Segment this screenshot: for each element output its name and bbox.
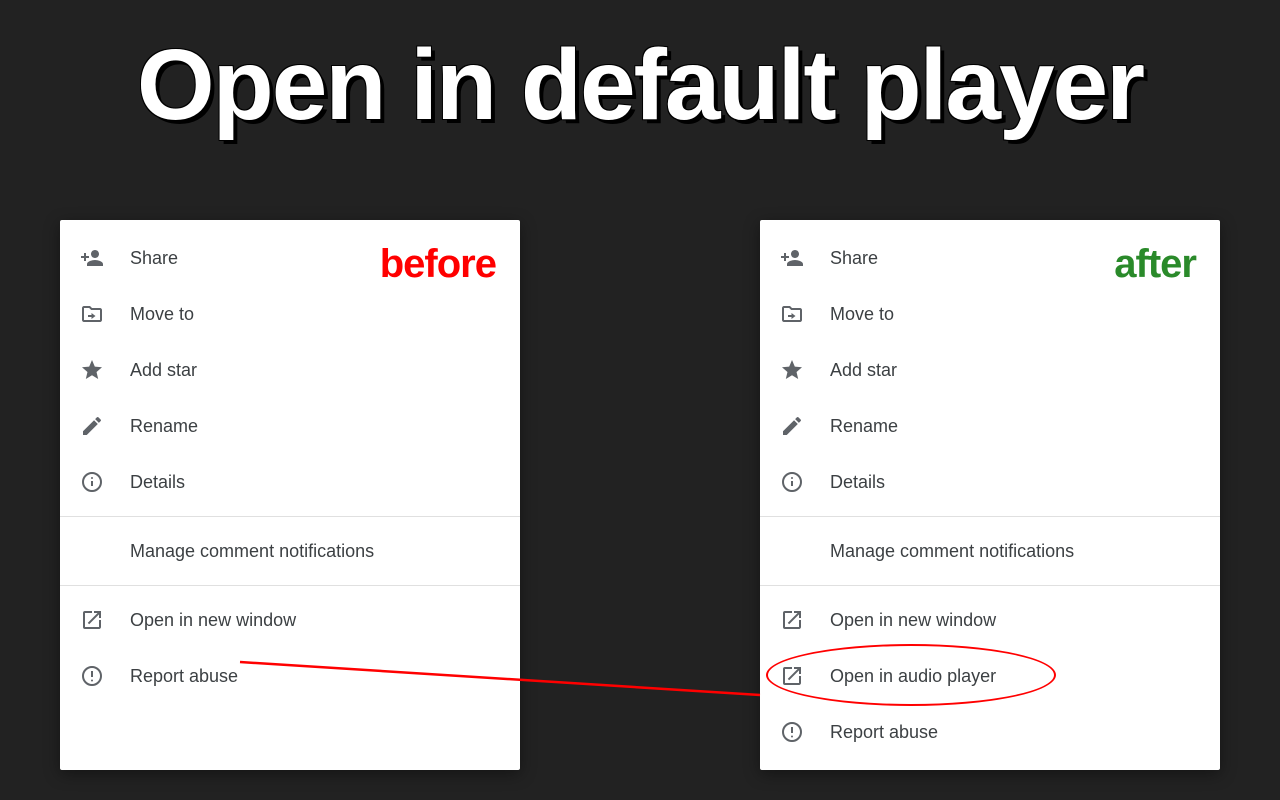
open-new-window-icon — [778, 662, 806, 690]
menu-item-move-to[interactable]: Move to — [760, 286, 1220, 342]
star-icon — [78, 356, 106, 384]
page-title: Open in default player — [0, 0, 1280, 143]
menu-item-add-star[interactable]: Add star — [60, 342, 520, 398]
info-icon — [78, 468, 106, 496]
context-menu-after: after Share Move to Add star Rename — [760, 220, 1220, 770]
menu-item-label: Share — [830, 248, 878, 269]
menu-item-details[interactable]: Details — [60, 454, 520, 510]
menu-item-label: Add star — [830, 360, 897, 381]
menu-divider — [760, 585, 1220, 586]
menu-item-label: Details — [130, 472, 185, 493]
menu-divider — [760, 516, 1220, 517]
menu-item-report-abuse[interactable]: Report abuse — [60, 648, 520, 704]
menu-item-label: Add star — [130, 360, 197, 381]
menu-item-label: Share — [130, 248, 178, 269]
menu-item-open-new-window[interactable]: Open in new window — [760, 592, 1220, 648]
menu-item-label: Rename — [830, 416, 898, 437]
menu-item-label: Manage comment notifications — [830, 541, 1074, 562]
menu-item-move-to[interactable]: Move to — [60, 286, 520, 342]
pencil-icon — [778, 412, 806, 440]
menu-item-rename[interactable]: Rename — [760, 398, 1220, 454]
context-menu-before: before Share Move to Add star Rename — [60, 220, 520, 770]
menu-item-report-abuse[interactable]: Report abuse — [760, 704, 1220, 760]
report-icon — [778, 718, 806, 746]
menu-item-label: Open in new window — [130, 610, 296, 631]
open-new-window-icon — [778, 606, 806, 634]
comparison-container: before Share Move to Add star Rename — [0, 220, 1280, 770]
before-label: before — [380, 242, 496, 287]
menu-item-label: Report abuse — [130, 666, 238, 687]
folder-move-icon — [778, 300, 806, 328]
menu-item-label: Open in audio player — [830, 666, 996, 687]
menu-item-label: Rename — [130, 416, 198, 437]
after-label: after — [1114, 242, 1196, 287]
menu-divider — [60, 516, 520, 517]
menu-item-manage-notifications[interactable]: Manage comment notifications — [60, 523, 520, 579]
star-icon — [778, 356, 806, 384]
menu-item-add-star[interactable]: Add star — [760, 342, 1220, 398]
menu-item-manage-notifications[interactable]: Manage comment notifications — [760, 523, 1220, 579]
menu-divider — [60, 585, 520, 586]
menu-item-label: Move to — [130, 304, 194, 325]
pencil-icon — [78, 412, 106, 440]
person-add-icon — [78, 244, 106, 272]
menu-item-label: Move to — [830, 304, 894, 325]
menu-item-details[interactable]: Details — [760, 454, 1220, 510]
person-add-icon — [778, 244, 806, 272]
open-new-window-icon — [78, 606, 106, 634]
menu-item-open-new-window[interactable]: Open in new window — [60, 592, 520, 648]
menu-item-label: Manage comment notifications — [130, 541, 374, 562]
info-icon — [778, 468, 806, 496]
menu-item-open-audio-player[interactable]: Open in audio player — [760, 648, 1220, 704]
folder-move-icon — [78, 300, 106, 328]
menu-item-label: Report abuse — [830, 722, 938, 743]
menu-item-label: Open in new window — [830, 610, 996, 631]
report-icon — [78, 662, 106, 690]
menu-item-label: Details — [830, 472, 885, 493]
menu-item-rename[interactable]: Rename — [60, 398, 520, 454]
